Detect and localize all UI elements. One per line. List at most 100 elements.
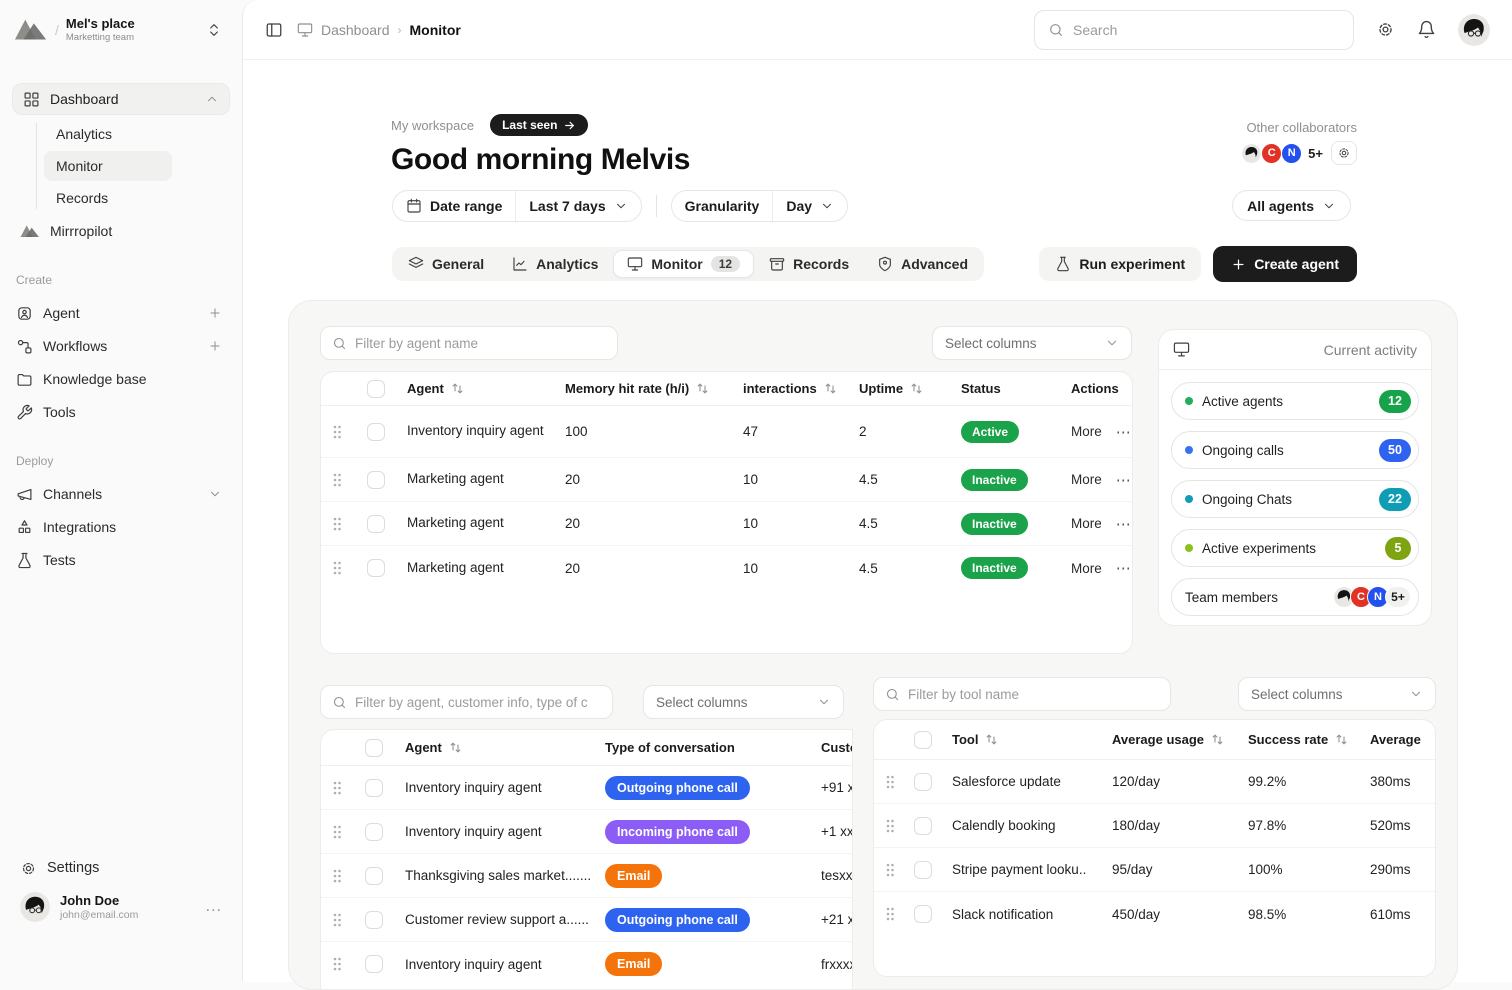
activity-item-team-members[interactable]: Team members C N 5+: [1171, 578, 1419, 616]
sidebar-item-workflows[interactable]: Workflows: [12, 330, 230, 362]
tab-analytics[interactable]: Analytics: [499, 251, 611, 277]
select-all-checkbox[interactable]: [367, 380, 385, 398]
table-row[interactable]: Inventory inquiry agent Incoming phone c…: [321, 810, 853, 854]
drag-handle-icon[interactable]: [331, 780, 343, 796]
granularity-picker[interactable]: Granularity Day: [671, 190, 848, 222]
row-checkbox[interactable]: [367, 471, 385, 489]
table-row[interactable]: Customer review support a...... Outgoing…: [321, 898, 853, 942]
row-checkbox[interactable]: [365, 823, 383, 841]
table-row[interactable]: Inventory inquiry agent Outgoing phone c…: [321, 766, 853, 810]
sidebar-item-knowledge-base[interactable]: Knowledge base: [12, 363, 230, 395]
tab-monitor[interactable]: Monitor 12: [613, 250, 754, 278]
row-checkbox[interactable]: [914, 861, 932, 879]
table-row[interactable]: Thanksgiving sales market....... Email t…: [321, 854, 853, 898]
drag-handle-icon[interactable]: [884, 774, 896, 790]
activity-item-active-experiments[interactable]: Active experiments 5: [1171, 529, 1419, 567]
search-input[interactable]: [1073, 22, 1340, 38]
row-checkbox[interactable]: [914, 773, 932, 791]
row-menu-button[interactable]: ⋯: [1116, 515, 1132, 533]
more-button[interactable]: More: [1071, 472, 1102, 487]
sort-icon[interactable]: [1334, 732, 1349, 747]
run-experiment-button[interactable]: Run experiment: [1039, 247, 1201, 281]
collaborators-overflow[interactable]: 5+: [1308, 146, 1323, 161]
last-seen-button[interactable]: Last seen: [490, 114, 588, 136]
drag-handle-icon[interactable]: [331, 912, 343, 928]
sort-icon[interactable]: [695, 381, 710, 396]
table-row[interactable]: Calendly booking 180/day 97.8% 520ms: [874, 804, 1435, 848]
create-agent-button[interactable]: Create agent: [1213, 246, 1357, 282]
conversation-select-columns[interactable]: Select columns: [643, 685, 844, 719]
agent-filter[interactable]: [320, 326, 618, 360]
user-profile[interactable]: John Doe john@email.com ...: [12, 884, 230, 930]
workspace-selector-icon[interactable]: [206, 22, 222, 38]
global-search[interactable]: [1034, 10, 1354, 50]
select-all-checkbox[interactable]: [914, 731, 932, 749]
row-menu-button[interactable]: ⋯: [1116, 471, 1132, 489]
collaborator-avatar[interactable]: [1241, 143, 1262, 164]
row-checkbox[interactable]: [914, 905, 932, 923]
plus-icon[interactable]: [208, 339, 222, 353]
profile-avatar[interactable]: [1458, 14, 1490, 46]
table-row[interactable]: Marketing agent 20 10 4.5 Inactive More⋯: [321, 458, 1132, 502]
sort-icon[interactable]: [984, 732, 999, 747]
table-row[interactable]: Inventory inquiry agent 100 47 2 Active …: [321, 406, 1132, 458]
sort-icon[interactable]: [823, 381, 838, 396]
notifications-button[interactable]: [1417, 20, 1436, 39]
more-button[interactable]: More: [1071, 561, 1102, 576]
sidebar-item-dashboard[interactable]: Dashboard: [12, 83, 230, 115]
sidebar-item-settings[interactable]: Settings: [12, 852, 230, 884]
sidebar-item-mirrropilot[interactable]: Mirrropilot: [12, 215, 230, 247]
sort-icon[interactable]: [448, 740, 463, 755]
row-checkbox[interactable]: [365, 867, 383, 885]
select-all-checkbox[interactable]: [365, 739, 383, 757]
tab-advanced[interactable]: Advanced: [864, 251, 981, 277]
table-row[interactable]: Marketing agent 20 10 4.5 Inactive More⋯: [321, 502, 1132, 546]
sidebar-item-records[interactable]: Records: [44, 183, 172, 213]
sidebar-toggle-button[interactable]: [265, 21, 283, 39]
agent-filter-input[interactable]: [355, 336, 606, 351]
table-row[interactable]: Slack notification 450/day 98.5% 610ms: [874, 892, 1435, 936]
drag-handle-icon[interactable]: [331, 424, 343, 440]
row-menu-button[interactable]: ⋯: [1116, 423, 1132, 441]
sidebar-item-tools[interactable]: Tools: [12, 396, 230, 428]
agent-select-columns[interactable]: Select columns: [932, 326, 1132, 360]
drag-handle-icon[interactable]: [884, 906, 896, 922]
table-row[interactable]: Marketing agent 20 10 4.5 Inactive More⋯: [321, 546, 1132, 590]
tab-general[interactable]: General: [395, 251, 497, 277]
drag-handle-icon[interactable]: [884, 862, 896, 878]
drag-handle-icon[interactable]: [331, 868, 343, 884]
sidebar-item-channels[interactable]: Channels: [12, 478, 230, 510]
activity-item-ongoing-chats[interactable]: Ongoing Chats 22: [1171, 480, 1419, 518]
table-row[interactable]: Inventory inquiry agent Email frxxxx: [321, 942, 853, 986]
more-button[interactable]: More: [1071, 516, 1102, 531]
row-checkbox[interactable]: [365, 779, 383, 797]
plus-icon[interactable]: [208, 306, 222, 320]
tab-records[interactable]: Records: [756, 251, 862, 277]
row-checkbox[interactable]: [367, 559, 385, 577]
activity-item-active-agents[interactable]: Active agents 12: [1171, 382, 1419, 420]
sidebar-item-integrations[interactable]: Integrations: [12, 511, 230, 543]
drag-handle-icon[interactable]: [331, 516, 343, 532]
drag-handle-icon[interactable]: [331, 472, 343, 488]
row-checkbox[interactable]: [367, 423, 385, 441]
sidebar-item-monitor[interactable]: Monitor: [44, 151, 172, 181]
workspace-switcher[interactable]: / Mel's place Marketting team: [0, 0, 242, 43]
more-button[interactable]: More: [1071, 424, 1102, 439]
row-checkbox[interactable]: [914, 817, 932, 835]
tool-filter-input[interactable]: [908, 687, 1159, 702]
conversation-filter-input[interactable]: [355, 695, 601, 710]
breadcrumb-parent[interactable]: Dashboard: [321, 22, 390, 38]
sort-icon[interactable]: [1210, 732, 1225, 747]
all-agents-dropdown[interactable]: All agents: [1232, 190, 1351, 221]
date-range-picker[interactable]: Date range Last 7 days: [392, 190, 642, 222]
settings-button[interactable]: [1376, 20, 1395, 39]
table-row[interactable]: Stripe payment looku.. 95/day 100% 290ms: [874, 848, 1435, 892]
activity-item-ongoing-calls[interactable]: Ongoing calls 50: [1171, 431, 1419, 469]
drag-handle-icon[interactable]: [331, 560, 343, 576]
sidebar-item-agent[interactable]: Agent: [12, 297, 230, 329]
tool-select-columns[interactable]: Select columns: [1238, 677, 1436, 711]
row-checkbox[interactable]: [367, 515, 385, 533]
drag-handle-icon[interactable]: [884, 818, 896, 834]
conversation-filter[interactable]: [320, 685, 613, 719]
collaborator-avatar[interactable]: C: [1261, 143, 1282, 164]
